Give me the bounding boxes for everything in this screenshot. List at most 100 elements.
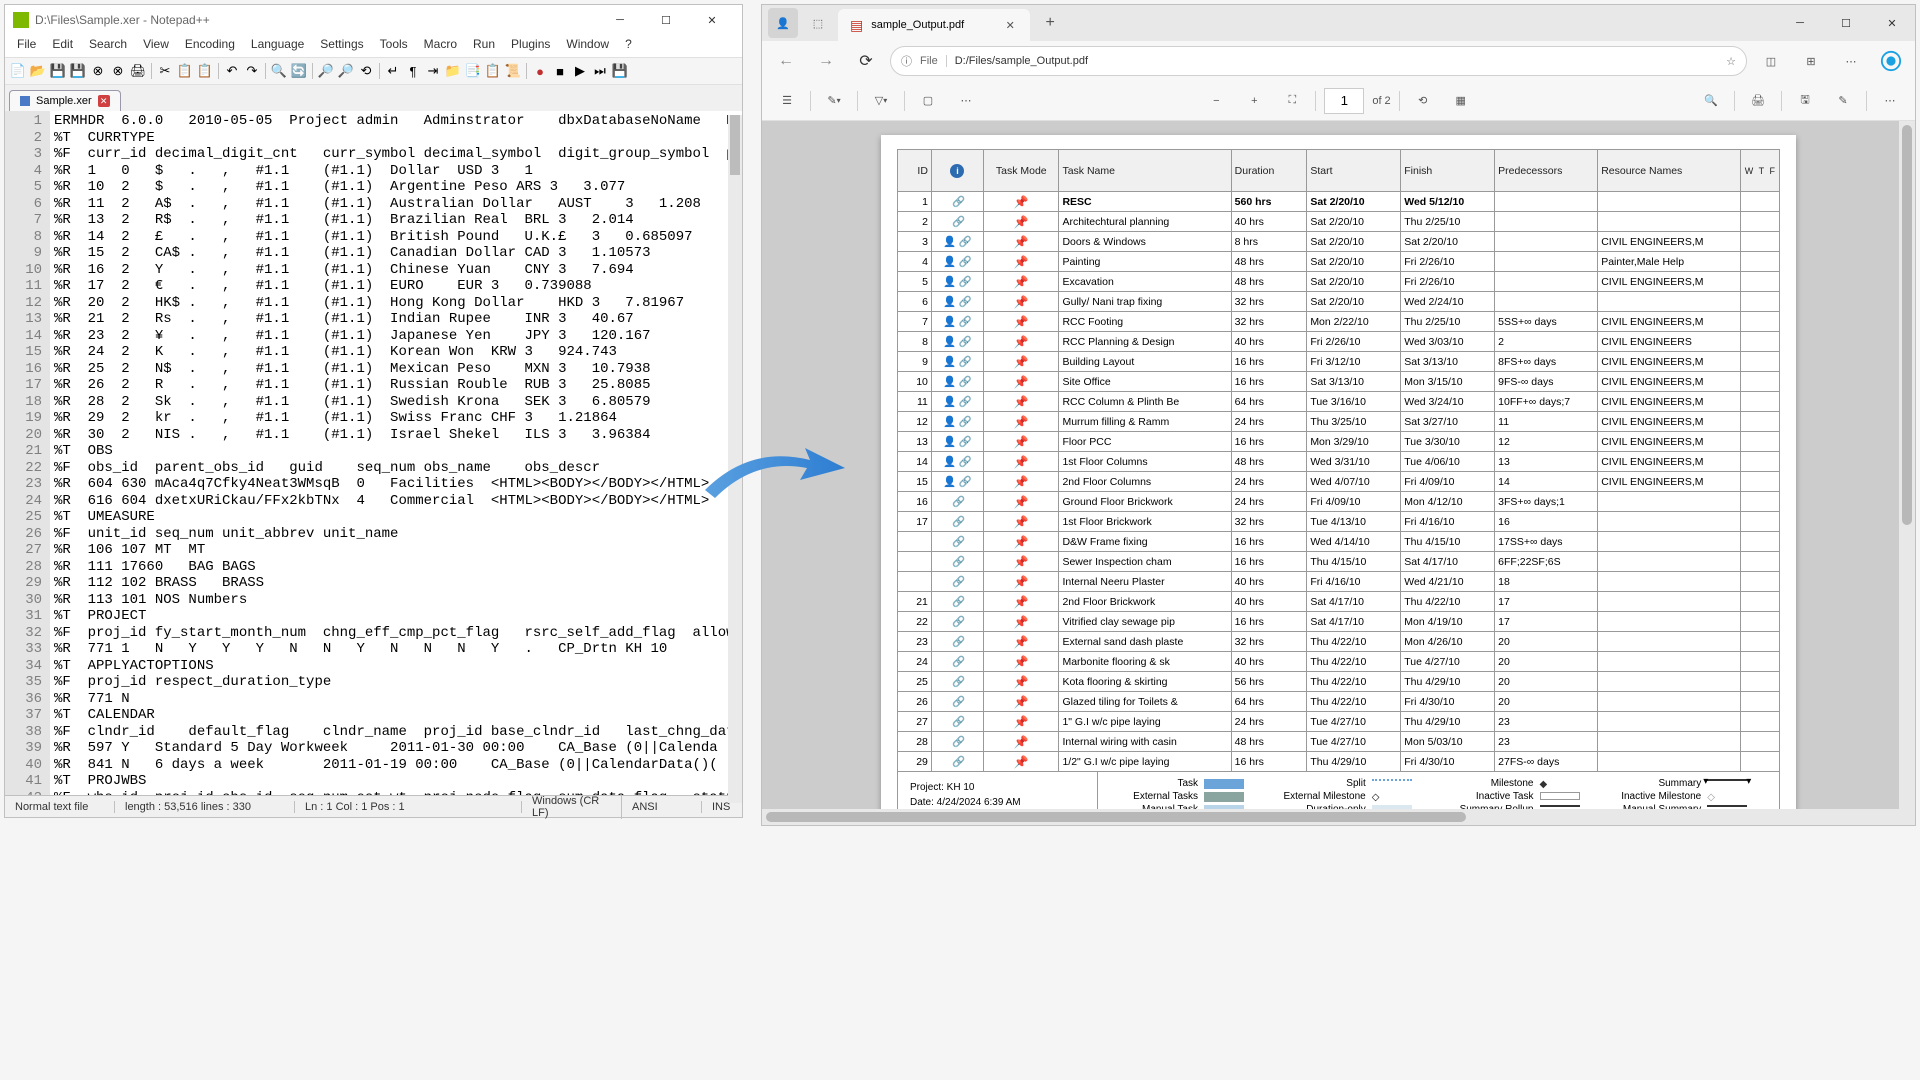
pdf-hscroll[interactable] — [762, 809, 1899, 825]
zoomout-icon[interactable]: 🔎 — [337, 62, 355, 80]
pageview-icon[interactable]: ▦ — [1446, 86, 1476, 116]
th-resource-names: Resource Names — [1598, 150, 1741, 192]
scroll-thumb[interactable] — [730, 115, 740, 175]
print-icon[interactable]: 🖨 — [1743, 86, 1773, 116]
save-icon[interactable]: 🖫 — [1790, 86, 1820, 116]
tab-close-icon[interactable]: ✕ — [98, 95, 110, 107]
menu-settings[interactable]: Settings — [312, 35, 371, 57]
new-icon[interactable]: 📄 — [9, 62, 27, 80]
menu-edit[interactable]: Edit — [44, 35, 81, 57]
menu-window[interactable]: Window — [558, 35, 617, 57]
undo-icon[interactable]: ↶ — [223, 62, 241, 80]
profile-icon[interactable]: 👤 — [768, 8, 798, 38]
forward-button: → — [810, 45, 842, 77]
pdf-vscroll[interactable] — [1899, 121, 1915, 825]
maximize-button[interactable]: ☐ — [644, 6, 688, 34]
find-icon[interactable]: 🔍 — [270, 62, 288, 80]
menu-encoding[interactable]: Encoding — [177, 35, 243, 57]
table-row: 23🔗📌External sand dash plaste32 hrsThu 4… — [898, 632, 1780, 652]
rotate-icon[interactable]: ⟲ — [1408, 86, 1438, 116]
playx-icon[interactable]: ⏭ — [591, 62, 609, 80]
record-icon[interactable]: ● — [531, 62, 549, 80]
saveas-icon[interactable]: ✎ — [1828, 86, 1858, 116]
redo-icon[interactable]: ↷ — [243, 62, 261, 80]
menu-search[interactable]: Search — [81, 35, 135, 57]
table-row: 28🔗📌Internal wiring with casin48 hrsTue … — [898, 732, 1780, 752]
split-icon[interactable]: ◫ — [1755, 45, 1787, 77]
showall-icon[interactable]: ¶ — [404, 62, 422, 80]
editor[interactable]: 1234567891011121314151617181920212223242… — [5, 111, 742, 795]
doclist-icon[interactable]: 📋 — [484, 62, 502, 80]
refresh-button[interactable]: ⟳ — [850, 45, 882, 77]
app-icon — [13, 12, 29, 28]
menu-file[interactable]: File — [9, 35, 44, 57]
menu-plugins[interactable]: Plugins — [503, 35, 558, 57]
toolbar: 📄 📂 💾 💾 ⊗ ⊗ 🖨 ✂ 📋 📋 ↶ ↷ 🔍 🔄 🔎 🔎 ⟲ ↵ ¶ ⇥ … — [5, 57, 742, 85]
menu-icon[interactable]: ⋯ — [1835, 45, 1867, 77]
stop-icon[interactable]: ■ — [551, 62, 569, 80]
browser-tab[interactable]: ▤ sample_Output.pdf ✕ — [838, 9, 1030, 41]
copy-icon[interactable]: 📋 — [176, 62, 194, 80]
search-icon[interactable]: 🔍 — [1696, 86, 1726, 116]
zoomin-icon[interactable]: 🔎 — [317, 62, 335, 80]
close-icon[interactable]: ⊗ — [109, 62, 127, 80]
table-row: 24🔗📌Marbonite flooring & sk40 hrsThu 4/2… — [898, 652, 1780, 672]
closeall-icon[interactable]: ⊗ — [89, 62, 107, 80]
toc-icon[interactable]: ☰ — [772, 86, 802, 116]
table-row: 27🔗📌1" G.I w/c pipe laying24 hrsTue 4/27… — [898, 712, 1780, 732]
menu-?[interactable]: ? — [617, 35, 640, 57]
new-tab-button[interactable]: + — [1036, 9, 1064, 37]
save-icon[interactable]: 💾 — [49, 62, 67, 80]
sync-icon[interactable]: ⟲ — [357, 62, 375, 80]
close-button[interactable]: ✕ — [1869, 5, 1915, 41]
back-button[interactable]: ← — [770, 45, 802, 77]
highlight-icon[interactable]: ▽▾ — [866, 86, 896, 116]
zoomin-icon[interactable]: + — [1239, 86, 1269, 116]
file-tab[interactable]: Sample.xer ✕ — [9, 90, 121, 111]
pdf-viewport[interactable]: IDiTask ModeTask NameDurationStartFinish… — [762, 121, 1915, 825]
print-icon[interactable]: 🖨 — [129, 62, 147, 80]
menu-macro[interactable]: Macro — [416, 35, 465, 57]
vertical-scrollbar[interactable] — [728, 115, 742, 803]
draw-icon[interactable]: ✎▾ — [819, 86, 849, 116]
page-number-input[interactable] — [1324, 88, 1364, 114]
menu-language[interactable]: Language — [243, 35, 312, 57]
folder-icon[interactable]: 📁 — [444, 62, 462, 80]
menu-run[interactable]: Run — [465, 35, 503, 57]
savemacro-icon[interactable]: 💾 — [611, 62, 629, 80]
legend-item: External Tasks — [1108, 791, 1266, 802]
minimize-button[interactable]: ─ — [598, 6, 642, 34]
open-icon[interactable]: 📂 — [29, 62, 47, 80]
menu-tools[interactable]: Tools — [372, 35, 416, 57]
collections-icon[interactable]: ⊞ — [1795, 45, 1827, 77]
fit-icon[interactable]: ⛶ — [1277, 86, 1307, 116]
editor-content[interactable]: ERMHDR 6.0.0 2010-05-05 Project admin Ad… — [50, 111, 742, 795]
workspaces-icon[interactable]: ⬚ — [804, 9, 832, 37]
paste-icon[interactable]: 📋 — [196, 62, 214, 80]
indent-icon[interactable]: ⇥ — [424, 62, 442, 80]
cut-icon[interactable]: ✂ — [156, 62, 174, 80]
funclist-icon[interactable]: 📜 — [504, 62, 522, 80]
pdf-vthumb[interactable] — [1902, 125, 1912, 525]
copilot-icon[interactable] — [1875, 45, 1907, 77]
table-row: 11👤🔗📌RCC Column & Plinth Be64 hrsTue 3/1… — [898, 392, 1780, 412]
maximize-button[interactable]: ☐ — [1823, 5, 1869, 41]
url-field[interactable]: ⓘ File D:/Files/sample_Output.pdf ☆ — [890, 46, 1747, 76]
tab-file-icon — [20, 96, 30, 106]
menu-view[interactable]: View — [135, 35, 177, 57]
minimize-button[interactable]: ─ — [1777, 5, 1823, 41]
play-icon[interactable]: ▶ — [571, 62, 589, 80]
saveall-icon[interactable]: 💾 — [69, 62, 87, 80]
more-icon[interactable]: ⋯ — [951, 86, 981, 116]
docmap-icon[interactable]: 📑 — [464, 62, 482, 80]
file-icon: ⓘ — [901, 53, 912, 69]
close-button[interactable]: ✕ — [690, 6, 734, 34]
tab-close-icon[interactable]: ✕ — [1002, 17, 1018, 33]
zoomout-icon[interactable]: − — [1201, 86, 1231, 116]
wordwrap-icon[interactable]: ↵ — [384, 62, 402, 80]
star-icon[interactable]: ☆ — [1726, 55, 1736, 68]
settings-icon[interactable]: ⋯ — [1875, 86, 1905, 116]
replace-icon[interactable]: 🔄 — [290, 62, 308, 80]
erase-icon[interactable]: ▢ — [913, 86, 943, 116]
pdf-hthumb[interactable] — [766, 812, 1466, 822]
